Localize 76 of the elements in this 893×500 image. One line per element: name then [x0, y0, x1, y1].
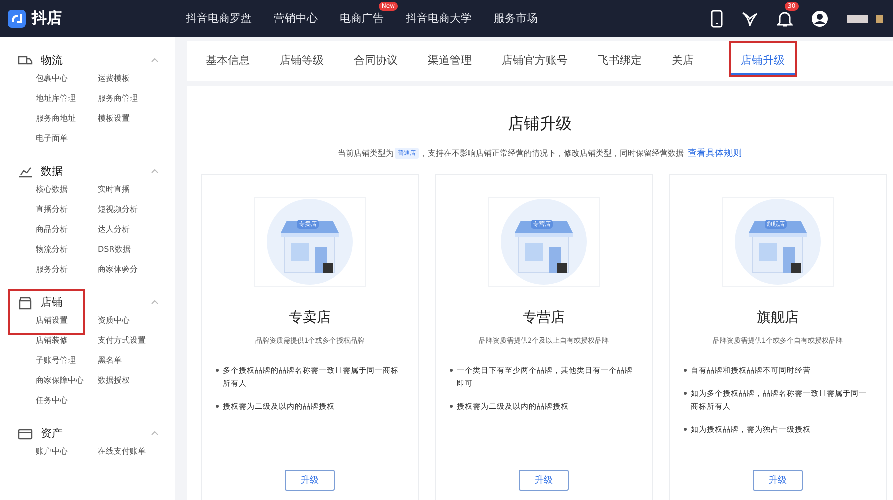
bird-icon — [741, 10, 759, 28]
sidebar-link[interactable]: 服务分析 — [36, 263, 98, 277]
upgrade-button[interactable]: 升级 — [753, 470, 803, 491]
section-title[interactable]: 数据 — [41, 164, 143, 179]
wallet-icon — [18, 426, 33, 440]
sidebar-link[interactable]: 账户中心 — [36, 445, 98, 459]
sidebar-link[interactable]: 商家体验分 — [98, 263, 175, 277]
sidebar-link[interactable]: 达人分析 — [98, 223, 175, 237]
caret-icon — [151, 169, 159, 174]
sidebar-link[interactable]: 黑名单 — [98, 354, 175, 368]
bullet-icon — [216, 369, 219, 372]
sidebar-link[interactable]: 短视频分析 — [98, 203, 175, 217]
sidebar-link[interactable]: 运费模板 — [98, 72, 175, 86]
logo-icon — [8, 10, 26, 28]
bullet-icon — [684, 369, 687, 372]
intro-text: ，支持在不影响店铺正常经营的情况下，修改店铺类型，同时保留经营数据 — [420, 148, 684, 159]
bullet-icon — [450, 369, 453, 372]
page-title: 店铺升级 — [508, 114, 572, 135]
intro-text: 当前店铺类型为 — [338, 148, 394, 159]
nav-link[interactable]: 抖音电商大学 — [406, 11, 472, 26]
sidebar-link[interactable]: 店铺装修 — [36, 334, 98, 348]
sidebar-link[interactable]: 子账号管理 — [36, 354, 98, 368]
upgrade-button[interactable]: 升级 — [519, 470, 569, 491]
bullet-icon — [450, 405, 453, 408]
sidebar-link[interactable]: 模板设置 — [98, 112, 175, 126]
sidebar-link[interactable]: 核心数据 — [36, 183, 98, 197]
card-title: 专卖店 — [289, 309, 331, 327]
avatar-icon — [811, 10, 829, 28]
caret-icon — [151, 300, 159, 305]
sidebar-link[interactable]: 任务中心 — [36, 394, 98, 408]
sidebar-link[interactable]: 直播分析 — [36, 203, 98, 217]
nav-link[interactable]: 抖音电商罗盘 — [186, 11, 252, 26]
rules-link[interactable]: 查看具体规则 — [688, 147, 742, 160]
sidebar-link[interactable]: 电子面单 — [36, 132, 98, 146]
bullet-icon — [684, 428, 687, 431]
section-title[interactable]: 资产 — [41, 426, 143, 441]
tab[interactable]: 店铺官方账号 — [502, 41, 568, 81]
bell-icon — [777, 10, 793, 28]
blurred-name — [847, 14, 883, 22]
card-title: 旗舰店 — [757, 309, 799, 327]
section-title[interactable]: 物流 — [41, 53, 143, 68]
tab[interactable]: 基本信息 — [206, 41, 250, 81]
sidebar-link[interactable]: 商品分析 — [36, 223, 98, 237]
tab[interactable]: 飞书绑定 — [598, 41, 642, 81]
sidebar-link[interactable]: 地址库管理 — [36, 92, 98, 106]
sidebar-link[interactable]: DSR数据 — [98, 243, 175, 257]
nav-link[interactable]: 电商广告 — [340, 11, 384, 26]
tab[interactable]: 店铺升级 — [731, 43, 795, 75]
sidebar-link[interactable]: 服务商管理 — [98, 92, 175, 106]
sidebar-link[interactable]: 支付方式设置 — [98, 334, 175, 348]
bullet-icon — [684, 392, 687, 395]
nav-link[interactable]: 服务市场 — [494, 11, 538, 26]
tab[interactable]: 店铺等级 — [280, 41, 324, 81]
truck-icon — [18, 54, 33, 68]
sidebar-link[interactable]: 在线支付账单 — [98, 445, 175, 459]
card-title: 专营店 — [523, 309, 565, 327]
upgrade-button[interactable]: 升级 — [285, 470, 335, 491]
store-icon — [18, 296, 33, 310]
sidebar-link[interactable]: 物流分析 — [36, 243, 98, 257]
bullet-icon — [216, 405, 219, 408]
sidebar-link[interactable]: 店铺设置 — [36, 314, 98, 328]
sidebar-link[interactable]: 包裹中心 — [36, 72, 98, 86]
sidebar-link[interactable]: 资质中心 — [98, 314, 175, 328]
caret-icon — [151, 431, 159, 436]
sidebar-link[interactable]: 商家保障中心 — [36, 374, 98, 388]
tab[interactable]: 关店 — [672, 41, 694, 81]
nav-link[interactable]: 营销中心 — [274, 11, 318, 26]
caret-icon — [151, 58, 159, 63]
sidebar-link[interactable]: 实时直播 — [98, 183, 175, 197]
tab[interactable]: 合同协议 — [354, 41, 398, 81]
section-title[interactable]: 店铺 — [41, 295, 143, 310]
sidebar-link[interactable]: 服务商地址 — [36, 112, 98, 126]
sidebar-link[interactable]: 数据授权 — [98, 374, 175, 388]
tab[interactable]: 渠道管理 — [428, 41, 472, 81]
phone-icon — [711, 10, 723, 28]
logo-text: 抖店 — [32, 9, 62, 28]
